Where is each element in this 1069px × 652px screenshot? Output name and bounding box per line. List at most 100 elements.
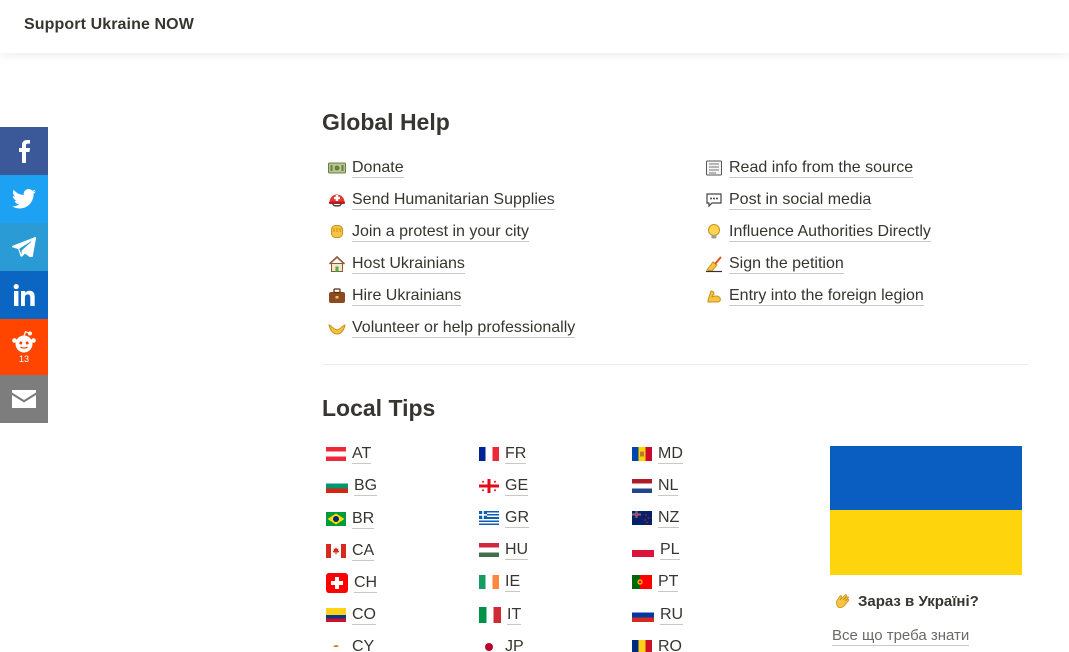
country-link-ge[interactable]: GE [479,475,529,497]
global-help-link-supplies[interactable]: Send Humanitarian Supplies [328,189,555,211]
poland-flag-icon [632,543,654,557]
country-link-ru[interactable]: RU [632,604,684,626]
country-link-at[interactable]: AT [326,443,372,465]
country-code: IE [505,573,521,592]
country-code: BG [354,477,378,496]
ukraine-flag-image[interactable] [830,446,1022,575]
facebook-share-button[interactable] [0,127,48,175]
global-help-link-label: Send Humanitarian Supplies [352,191,555,210]
country-code: CA [352,542,375,561]
money-icon [328,159,346,177]
flexed-biceps-icon [705,287,723,305]
country-link-co[interactable]: CO [326,604,376,626]
portugal-flag-icon [632,575,652,589]
global-help-link-hire[interactable]: Hire Ukrainians [328,285,462,307]
global-help-link-label: Host Ukrainians [352,255,465,274]
global-help-link-label: Post in social media [729,191,872,210]
country-link-ie[interactable]: IE [479,571,521,593]
colombia-flag-icon [326,608,346,622]
country-link-jp[interactable]: JP [479,636,524,652]
georgia-flag-icon [479,479,499,493]
country-link-gr[interactable]: GR [479,507,529,529]
house-icon [328,255,346,273]
reddit-share-count: 13 [18,353,29,364]
country-link-br[interactable]: BR [326,508,375,530]
telegram-share-button[interactable] [0,223,48,271]
japan-flag-icon [479,640,499,652]
country-code: IT [507,606,522,625]
ukraine-card-title-text: Зараз в Україні? [858,592,979,610]
country-code: RO [658,637,682,652]
country-link-md[interactable]: MD [632,443,683,465]
open-hands-icon [328,319,346,337]
country-code: FR [505,445,527,464]
switzerland-flag-icon [326,573,348,593]
ukraine-card-link[interactable]: Все що треба знати [832,626,970,646]
reddit-icon [12,330,36,352]
top-bar: Support Ukraine NOW [0,0,1069,53]
global-help-link-label: Sign the petition [729,255,844,274]
speech-bubble-icon [705,191,723,209]
country-link-ca[interactable]: CA [326,540,375,562]
global-help-link-label: Entry into the foreign legion [729,287,924,306]
country-code: NZ [658,509,680,528]
country-code: RU [660,606,684,625]
country-link-cy[interactable]: CY [326,636,374,652]
country-link-pt[interactable]: PT [632,571,679,593]
italy-flag-icon [479,607,501,623]
global-help-link-host[interactable]: Host Ukrainians [328,253,465,275]
country-code: GR [505,509,529,528]
global-help-title: Global Help [322,109,450,135]
telegram-icon [12,237,36,257]
facebook-icon [19,140,31,163]
global-help-link-authorities[interactable]: Influence Authorities Directly [705,221,931,243]
waving-hand-icon [834,592,852,610]
linkedin-share-button[interactable] [0,271,48,319]
country-code: JP [505,637,524,652]
country-link-nl[interactable]: NL [632,475,679,497]
global-help-link-legion[interactable]: Entry into the foreign legion [705,285,924,307]
moldova-flag-icon [632,447,652,461]
global-help-link-donate[interactable]: Donate [328,157,404,179]
country-link-pl[interactable]: PL [632,539,680,561]
romania-flag-icon [632,640,652,652]
country-link-bg[interactable]: BG [326,475,378,497]
email-share-button[interactable] [0,375,48,423]
newspaper-icon [705,159,723,177]
global-help-link-volunteer[interactable]: Volunteer or help professionally [328,317,576,339]
twitter-share-button[interactable] [0,175,48,223]
country-link-nz[interactable]: NZ [632,507,680,529]
global-help-link-social[interactable]: Post in social media [705,189,872,211]
section-divider [322,364,1028,365]
country-link-fr[interactable]: FR [479,443,527,465]
austria-flag-icon [326,447,346,461]
country-code: HU [505,541,529,560]
site-title[interactable]: Support Ukraine NOW [24,16,194,34]
country-code: NL [658,477,679,496]
writing-hand-icon [705,255,723,273]
global-help-link-read-info[interactable]: Read info from the source [705,157,914,179]
rescue-helmet-icon [328,191,346,209]
country-link-hu[interactable]: HU [479,539,529,561]
country-code: CO [352,606,376,625]
reddit-share-button[interactable]: 13 [0,319,48,375]
email-icon [12,390,36,408]
ukraine-flag-yellow-stripe [830,510,1022,575]
twitter-icon [12,189,36,209]
local-tips-title: Local Tips [322,395,436,421]
global-help-link-protest[interactable]: Join a protest in your city [328,221,529,243]
global-help-link-label: Join a protest in your city [352,223,529,242]
country-link-ch[interactable]: CH [326,572,378,594]
netherlands-flag-icon [632,479,652,493]
france-flag-icon [479,447,499,461]
global-help-link-label: Donate [352,159,404,178]
global-help-link-label: Hire Ukrainians [352,287,462,306]
country-link-ro[interactable]: RO [632,636,682,652]
global-help-link-label: Volunteer or help professionally [352,319,576,338]
global-help-link-petition[interactable]: Sign the petition [705,253,844,275]
linkedin-icon [13,284,35,306]
country-link-it[interactable]: IT [479,604,522,626]
canada-flag-icon [326,544,346,558]
briefcase-icon [328,287,346,305]
ireland-flag-icon [479,575,499,589]
